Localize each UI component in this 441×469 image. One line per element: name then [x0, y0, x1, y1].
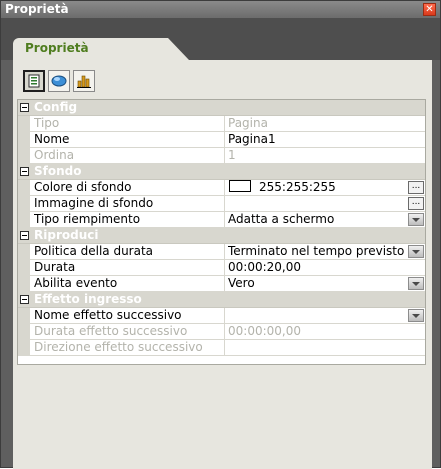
property-name: Nome — [34, 132, 225, 147]
category-label: Config — [34, 100, 78, 114]
property-row-abilita-evento[interactable]: Abilita evento Vero — [18, 276, 425, 292]
property-row-politica-durata[interactable]: Politica della durata Terminato nel temp… — [18, 244, 425, 260]
property-value[interactable] — [228, 196, 408, 211]
property-row-nome-effetto[interactable]: Nome effetto successivo — [18, 308, 425, 324]
property-name: Direzione effetto successivo — [34, 340, 225, 355]
dropdown-arrow-icon[interactable] — [408, 245, 424, 258]
property-value[interactable]: 255:255:255 — [228, 180, 408, 195]
tab-properties[interactable]: Proprietà — [13, 38, 163, 60]
tab-edge — [159, 38, 189, 60]
properties-page-icon — [28, 74, 40, 88]
color-swatch — [229, 180, 251, 192]
property-name: Ordina — [34, 148, 225, 163]
close-icon[interactable]: ✕ — [423, 3, 436, 16]
properties-window: Proprietà ✕ Proprietà Config Tipo Pagina… — [0, 0, 441, 469]
window-title: Proprietà — [5, 2, 69, 16]
property-name: Tipo — [34, 116, 225, 131]
property-name: Abilita evento — [34, 276, 225, 291]
property-name: Immagine di sfondo — [34, 196, 225, 211]
property-name: Durata effetto successivo — [34, 324, 225, 339]
title-bar: Proprietà ✕ — [1, 1, 440, 18]
grid-footer — [18, 356, 425, 364]
property-row-colore-sfondo[interactable]: Colore di sfondo 255:255:255 ... — [18, 180, 425, 196]
chart-icon — [77, 75, 91, 88]
collapse-icon[interactable] — [20, 167, 29, 176]
property-value[interactable] — [228, 308, 408, 323]
dropdown-arrow-icon[interactable] — [408, 309, 424, 322]
property-value[interactable]: Vero — [228, 276, 408, 291]
property-value: Pagina — [228, 116, 268, 130]
shape-3d-button[interactable] — [48, 70, 70, 92]
property-row-ordina: Ordina 1 — [18, 148, 425, 164]
category-label: Effetto ingresso — [34, 292, 142, 306]
chart-button[interactable] — [73, 70, 95, 92]
property-name: Colore di sfondo — [34, 180, 225, 195]
property-name: Politica della durata — [34, 244, 225, 259]
collapse-icon[interactable] — [20, 103, 29, 112]
property-name: Nome effetto successivo — [34, 308, 225, 323]
property-value: 1 — [228, 148, 236, 162]
toolbar — [23, 70, 95, 92]
collapse-icon[interactable] — [20, 231, 29, 240]
ellipsis-button[interactable]: ... — [408, 181, 424, 194]
category-sfondo[interactable]: Sfondo — [18, 164, 425, 180]
category-effetto-ingresso[interactable]: Effetto ingresso — [18, 292, 425, 308]
property-value[interactable]: Adatta a schermo — [228, 212, 408, 227]
property-row-immagine-sfondo[interactable]: Immagine di sfondo ... — [18, 196, 425, 212]
property-value: 00:00:00,00 — [228, 324, 301, 338]
ellipsis-button[interactable]: ... — [408, 197, 424, 210]
properties-page-button[interactable] — [23, 70, 45, 92]
property-row-durata-effetto: Durata effetto successivo 00:00:00,00 — [18, 324, 425, 340]
property-row-durata[interactable]: Durata 00:00:20,00 — [18, 260, 425, 276]
category-riproduci[interactable]: Riproduci — [18, 228, 425, 244]
property-value[interactable]: Pagina1 — [228, 132, 408, 147]
property-row-tipo: Tipo Pagina — [18, 116, 425, 132]
category-config[interactable]: Config — [18, 100, 425, 116]
tab-strip: Proprietà — [1, 18, 440, 60]
property-row-nome[interactable]: Nome Pagina1 — [18, 132, 425, 148]
category-label: Riproduci — [34, 228, 99, 242]
dropdown-arrow-icon[interactable] — [408, 277, 424, 290]
property-row-direzione-effetto: Direzione effetto successivo — [18, 340, 425, 356]
properties-panel: Config Tipo Pagina Nome Pagina1 Ordina 1… — [13, 60, 432, 469]
property-name: Durata — [34, 260, 225, 275]
property-name: Tipo riempimento — [34, 212, 225, 227]
property-value[interactable]: 00:00:20,00 — [228, 260, 408, 275]
color-value: 255:255:255 — [259, 180, 336, 194]
property-value[interactable]: Terminato nel tempo previsto — [228, 244, 408, 259]
category-label: Sfondo — [34, 164, 82, 178]
property-row-tipo-riempimento[interactable]: Tipo riempimento Adatta a schermo — [18, 212, 425, 228]
dropdown-arrow-icon[interactable] — [408, 213, 424, 226]
property-grid: Config Tipo Pagina Nome Pagina1 Ordina 1… — [17, 99, 426, 365]
shape-3d-icon — [51, 75, 67, 87]
property-value — [228, 340, 408, 355]
collapse-icon[interactable] — [20, 295, 29, 304]
